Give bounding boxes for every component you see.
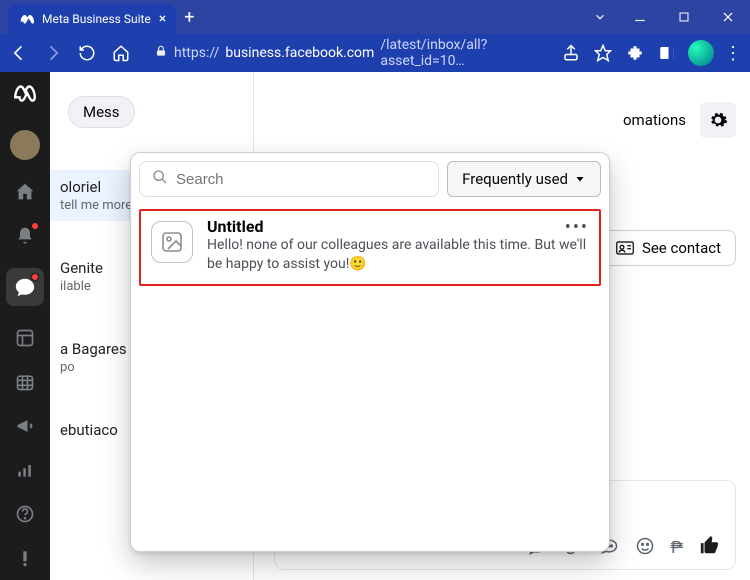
chat-icon: [13, 275, 37, 299]
tab-close-icon[interactable]: ×: [159, 11, 166, 27]
tab-dropdown-icon[interactable]: [582, 0, 618, 34]
meta-logo-icon[interactable]: [12, 80, 38, 110]
meta-favicon-icon: [18, 11, 34, 27]
saved-reply-item[interactable]: ••• Untitled Hello! none of our colleagu…: [139, 209, 601, 286]
result-description: Hello! none of our colleagues are availa…: [207, 236, 589, 274]
more-options-icon[interactable]: •••: [565, 217, 589, 238]
bell-icon[interactable]: [13, 224, 37, 248]
search-input[interactable]: [139, 161, 439, 197]
posts-icon[interactable]: [13, 326, 37, 350]
window-maximize-icon[interactable]: [662, 0, 706, 34]
see-contact-button[interactable]: See contact: [601, 230, 736, 266]
calendar-icon[interactable]: [13, 370, 37, 394]
share-icon[interactable]: [560, 42, 582, 64]
caret-down-icon: [574, 173, 586, 185]
like-icon[interactable]: [699, 534, 721, 561]
url-domain: business.facebook.com: [225, 45, 374, 61]
side-panel-icon[interactable]: [656, 42, 678, 64]
flag-icon[interactable]: [13, 546, 37, 570]
window-close-icon[interactable]: [706, 0, 750, 34]
lock-icon: [154, 44, 168, 62]
image-placeholder-icon: [151, 221, 193, 263]
nav-back-icon[interactable]: [8, 43, 30, 63]
new-tab-button[interactable]: +: [184, 7, 194, 28]
saved-replies-popover: Frequently used ••• Untitled Hello! none…: [130, 152, 610, 552]
nav-home-icon[interactable]: [110, 44, 132, 62]
browser-titlebar: Meta Business Suite × +: [0, 0, 750, 34]
settings-gear-icon[interactable]: [700, 102, 736, 138]
window-minimize-icon[interactable]: [618, 0, 662, 34]
search-icon: [152, 169, 168, 189]
currency-icon[interactable]: ₱: [671, 538, 683, 558]
extensions-icon[interactable]: [624, 42, 646, 64]
help-icon[interactable]: [13, 502, 37, 526]
insights-icon[interactable]: [13, 458, 37, 482]
automations-label[interactable]: omations: [623, 111, 686, 129]
contact-card-icon: [616, 241, 634, 255]
frequently-used-dropdown[interactable]: Frequently used: [447, 161, 601, 197]
messenger-chip[interactable]: Mess: [68, 96, 135, 128]
ads-icon[interactable]: [13, 414, 37, 438]
nav-reload-icon[interactable]: [76, 44, 98, 62]
emoji-icon[interactable]: [635, 536, 655, 560]
browser-menu-icon[interactable]: ⋮: [724, 43, 742, 64]
search-field[interactable]: [176, 171, 426, 188]
result-title: Untitled: [207, 217, 589, 236]
sidebar: [0, 72, 50, 580]
bookmark-star-icon[interactable]: [592, 42, 614, 64]
tab-title: Meta Business Suite: [42, 12, 151, 26]
browser-profile-avatar[interactable]: [688, 40, 714, 66]
address-bar: https:// business.facebook.com/latest/inb…: [0, 34, 750, 72]
inbox-nav[interactable]: [6, 268, 44, 306]
freq-label: Frequently used: [462, 170, 568, 188]
window-controls: [582, 0, 750, 34]
browser-tab[interactable]: Meta Business Suite ×: [8, 4, 176, 34]
nav-forward-icon[interactable]: [42, 43, 64, 63]
url-prefix: https://: [174, 45, 219, 61]
see-contact-label: See contact: [642, 239, 721, 257]
url-path: /latest/inbox/all?asset_id=10…: [380, 37, 538, 69]
home-icon[interactable]: [13, 180, 37, 204]
business-avatar[interactable]: [10, 130, 40, 160]
url-field[interactable]: https:// business.facebook.com/latest/inb…: [144, 37, 548, 69]
